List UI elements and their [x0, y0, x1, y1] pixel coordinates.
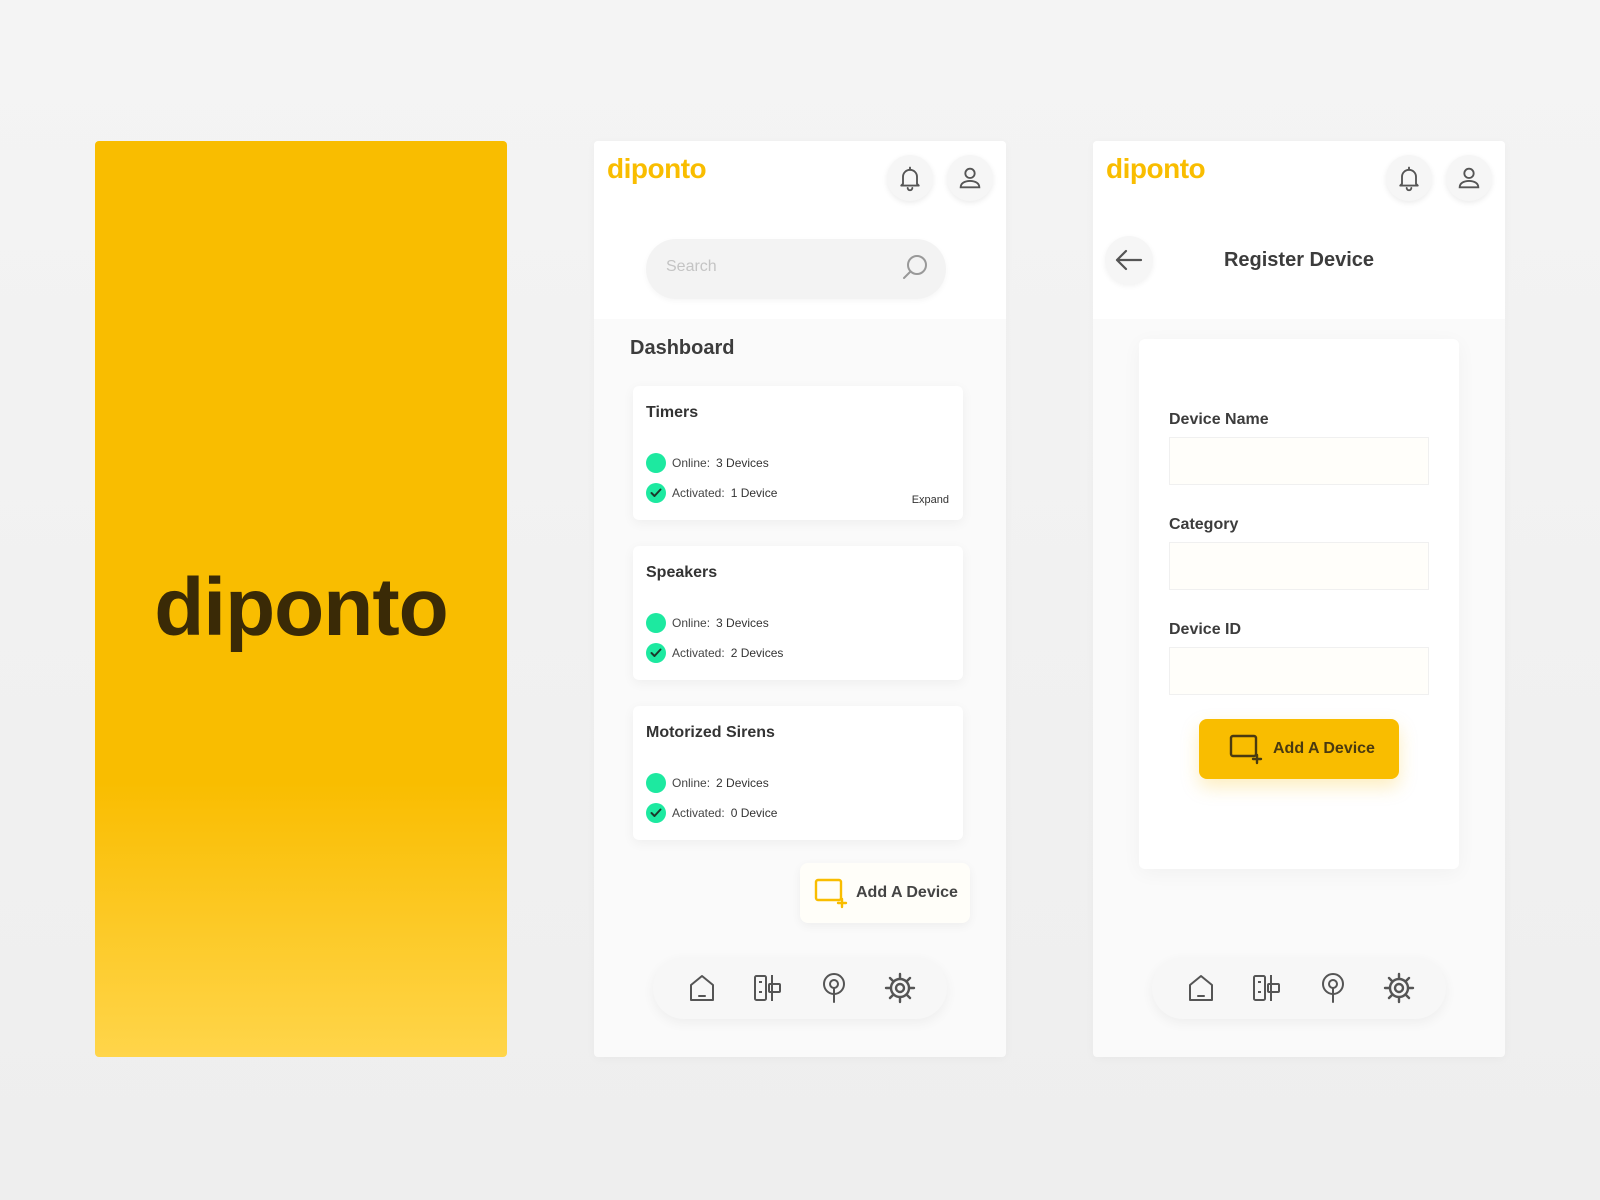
card-title: Speakers [646, 564, 718, 581]
home-icon [1189, 975, 1213, 1001]
register-form: Device Name Category Device ID Add A Dev… [1139, 339, 1459, 869]
submit-label: Add A Device [1273, 740, 1375, 757]
search-bar [646, 239, 946, 299]
card-title: Motorized Sirens [646, 724, 775, 741]
dashboard-screen: diponto Dashboard Timers Online: 3 Devic… [594, 141, 1006, 1057]
online-value: 3 Devices [716, 456, 769, 470]
user-icon [959, 167, 981, 189]
notifications-button[interactable] [1386, 155, 1432, 201]
category-label: Category [1169, 516, 1239, 533]
bell-icon [1399, 166, 1419, 192]
activated-status: Activated: 2 Devices [646, 643, 783, 663]
bottom-nav [653, 957, 947, 1019]
online-value: 3 Devices [716, 616, 769, 630]
device-id-label: Device ID [1169, 621, 1242, 638]
activated-value: 2 Devices [730, 646, 784, 660]
user-icon [1458, 167, 1480, 189]
settings-gear-icon [1383, 972, 1415, 1004]
submit-add-device-button[interactable]: Add A Device [1199, 719, 1399, 779]
expand-link[interactable]: Expand [912, 494, 949, 506]
activated-value: 0 Device [730, 806, 778, 820]
online-value: 2 Devices [716, 776, 769, 790]
add-device-icon [1229, 734, 1263, 765]
device-name-input[interactable] [1169, 437, 1429, 485]
add-device-button[interactable]: Add A Device [800, 863, 970, 923]
profile-button[interactable] [1446, 155, 1492, 201]
app-logo: diponto [1106, 153, 1206, 184]
device-name-label: Device Name [1169, 411, 1269, 428]
bottom-nav [1152, 957, 1446, 1019]
online-label: Online: [672, 776, 711, 790]
activated-label: Activated: [672, 646, 725, 660]
register-device-screen: diponto Register Device Device Name Cate… [1093, 141, 1505, 1057]
nav-location[interactable] [817, 971, 851, 1005]
splash-logo: diponto [154, 562, 449, 653]
splash-screen: diponto [95, 141, 507, 1057]
bell-icon [900, 166, 920, 192]
activated-status: Activated: 0 Device [646, 803, 777, 823]
search-input[interactable] [664, 257, 888, 277]
devices-icon [1253, 975, 1280, 1001]
card-title: Timers [646, 404, 699, 421]
notifications-button[interactable] [887, 155, 933, 201]
online-label: Online: [672, 456, 711, 470]
online-status: Online: 3 Devices [646, 613, 769, 633]
nav-settings[interactable] [883, 971, 917, 1005]
profile-button[interactable] [947, 155, 993, 201]
check-icon [646, 643, 666, 663]
device-id-input[interactable] [1169, 647, 1429, 695]
online-label: Online: [672, 616, 711, 630]
nav-settings[interactable] [1382, 971, 1416, 1005]
check-icon [646, 803, 666, 823]
device-card-motorized-sirens[interactable]: Motorized Sirens Online: 2 Devices Activ… [633, 706, 963, 840]
add-device-icon [814, 878, 848, 909]
category-input[interactable] [1169, 542, 1429, 590]
check-icon [646, 483, 666, 503]
activated-label: Activated: [672, 806, 725, 820]
page-title: Dashboard [630, 337, 735, 359]
nav-location[interactable] [1316, 971, 1350, 1005]
online-dot-icon [646, 453, 666, 473]
activated-value: 1 Device [730, 486, 778, 500]
online-status: Online: 3 Devices [646, 453, 769, 473]
online-status: Online: 2 Devices [646, 773, 769, 793]
nav-home[interactable] [1184, 971, 1218, 1005]
activated-label: Activated: [672, 486, 725, 500]
devices-icon [754, 975, 781, 1001]
device-card-timers[interactable]: Timers Online: 3 Devices Activated: 1 De… [633, 386, 963, 520]
nav-home[interactable] [685, 971, 719, 1005]
nav-devices[interactable] [751, 971, 785, 1005]
settings-gear-icon [884, 972, 916, 1004]
app-logo: diponto [607, 153, 707, 184]
online-dot-icon [646, 613, 666, 633]
add-device-label: Add A Device [856, 884, 958, 901]
online-dot-icon [646, 773, 666, 793]
nav-devices[interactable] [1250, 971, 1284, 1005]
device-card-speakers[interactable]: Speakers Online: 3 Devices Activated: 2 … [633, 546, 963, 680]
location-pin-icon [1322, 973, 1344, 1003]
activated-status: Activated: 1 Device [646, 483, 777, 503]
home-icon [690, 975, 714, 1001]
location-pin-icon [823, 973, 845, 1003]
search-icon[interactable] [900, 253, 930, 283]
page-title: Register Device [1223, 249, 1375, 271]
